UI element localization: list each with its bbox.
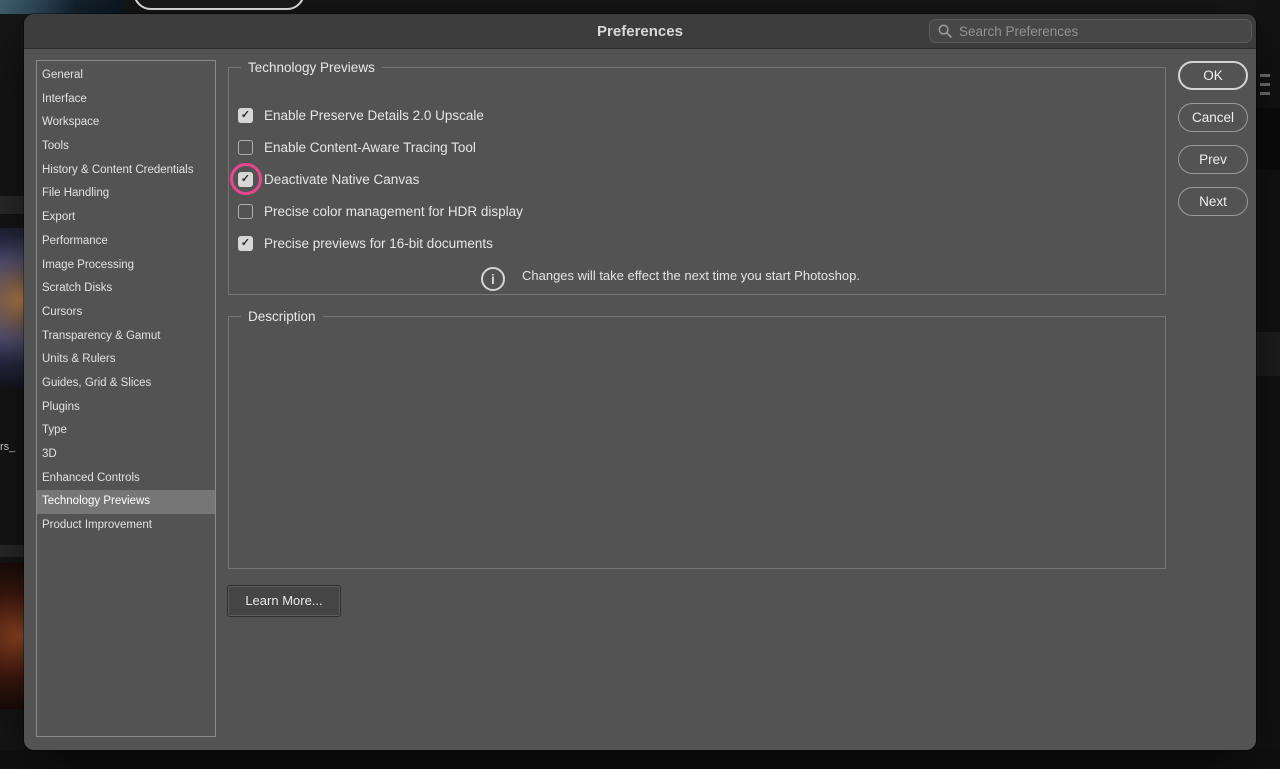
dialog-titlebar: Preferences Search Preferences	[24, 14, 1256, 49]
checkbox-label: Precise previews for 16-bit documents	[264, 236, 493, 251]
preferences-dialog: Preferences Search Preferences GeneralIn…	[24, 14, 1256, 750]
sidebar-item-workspace[interactable]: Workspace	[37, 111, 215, 135]
search-input[interactable]: Search Preferences	[929, 19, 1252, 43]
checkbox-row-precise-previews-for-16-bit-documents: ✓ Precise previews for 16-bit documents	[229, 227, 1165, 259]
checkbox-row-enable-preserve-details-2-0-upscale: ✓ Enable Preserve Details 2.0 Upscale	[229, 99, 1165, 131]
background-panel-band	[0, 196, 24, 214]
checkbox-enable-preserve-details-2-0-upscale[interactable]: ✓	[238, 108, 253, 123]
checkbox-unchecked-icon	[238, 204, 253, 219]
sidebar-item-technology-previews[interactable]: Technology Previews	[37, 490, 215, 514]
description-title: Description	[241, 309, 323, 324]
ok-button[interactable]: OK	[1178, 61, 1248, 90]
sidebar-item-general[interactable]: General	[37, 64, 215, 88]
checkbox-checked-icon: ✓	[238, 172, 253, 187]
background-filename-fragment: rs_	[0, 440, 24, 454]
sidebar-item-file-handling[interactable]: File Handling	[37, 182, 215, 206]
sidebar-item-guides-grid-slices[interactable]: Guides, Grid & Slices	[37, 372, 215, 396]
dialog-action-buttons: OK Cancel Prev Next	[1178, 61, 1248, 216]
checkbox-list: ✓ Enable Preserve Details 2.0 Upscale Enab…	[229, 99, 1165, 259]
checkbox-row-precise-color-management-for-hdr-display: Precise color management for HDR display	[229, 195, 1165, 227]
prev-button[interactable]: Prev	[1178, 145, 1248, 174]
checkbox-label: Deactivate Native Canvas	[264, 172, 419, 187]
checkbox-row-enable-content-aware-tracing-tool: Enable Content-Aware Tracing Tool	[229, 131, 1165, 163]
sidebar-item-history-content-credentials[interactable]: History & Content Credentials	[37, 159, 215, 183]
background-panel-band	[0, 545, 24, 557]
checkbox-label: Enable Content-Aware Tracing Tool	[264, 140, 476, 155]
checkbox-unchecked-icon	[238, 140, 253, 155]
sidebar-item-plugins[interactable]: Plugins	[37, 396, 215, 420]
sidebar-item-interface[interactable]: Interface	[37, 88, 215, 112]
checkbox-precise-previews-for-16-bit-documents[interactable]: ✓	[238, 236, 253, 251]
learn-more-button[interactable]: Learn More...	[228, 586, 340, 616]
background-right-panel-section	[1256, 108, 1280, 170]
background-layer-thumbnail	[0, 563, 24, 709]
restart-info-row: i Changes will take effect the next time…	[481, 267, 860, 291]
checkbox-enable-content-aware-tracing-tool[interactable]	[238, 140, 253, 155]
checkbox-precise-color-management-for-hdr-display[interactable]	[238, 204, 253, 219]
cancel-button[interactable]: Cancel	[1178, 103, 1248, 132]
background-pill-button	[133, 0, 305, 10]
checkbox-label: Precise color management for HDR display	[264, 204, 523, 219]
sidebar-item-performance[interactable]: Performance	[37, 230, 215, 254]
sidebar-item-product-improvement[interactable]: Product Improvement	[37, 514, 215, 538]
background-photo-fragment	[0, 0, 126, 14]
checkbox-checked-icon: ✓	[238, 108, 253, 123]
info-icon: i	[481, 267, 505, 291]
group-title: Technology Previews	[241, 60, 382, 75]
sidebar-item-cursors[interactable]: Cursors	[37, 301, 215, 325]
sidebar-item-3d[interactable]: 3D	[37, 443, 215, 467]
sidebar-list: GeneralInterfaceWorkspaceToolsHistory & …	[37, 64, 215, 538]
background-bottom-strip	[0, 750, 1280, 769]
background-layer-thumbnail	[0, 228, 24, 388]
sidebar-item-type[interactable]: Type	[37, 419, 215, 443]
background-right-panel-section	[1256, 332, 1280, 376]
technology-previews-group: Technology Previews ✓ Enable Preserve Det…	[228, 60, 1166, 295]
preferences-category-list: GeneralInterfaceWorkspaceToolsHistory & …	[36, 60, 216, 737]
sidebar-item-export[interactable]: Export	[37, 206, 215, 230]
checkbox-deactivate-native-canvas[interactable]: ✓	[238, 172, 253, 187]
next-button[interactable]: Next	[1178, 187, 1248, 216]
search-placeholder: Search Preferences	[959, 24, 1078, 39]
checkbox-row-deactivate-native-canvas: ✓ Deactivate Native Canvas	[229, 163, 1165, 195]
hamburger-menu-icon	[1260, 74, 1271, 98]
checkbox-checked-icon: ✓	[238, 236, 253, 251]
search-icon	[938, 24, 952, 38]
sidebar-item-units-rulers[interactable]: Units & Rulers	[37, 348, 215, 372]
sidebar-item-scratch-disks[interactable]: Scratch Disks	[37, 277, 215, 301]
sidebar-item-tools[interactable]: Tools	[37, 135, 215, 159]
restart-info-text: Changes will take effect the next time y…	[522, 268, 860, 283]
sidebar-item-image-processing[interactable]: Image Processing	[37, 254, 215, 278]
sidebar-item-enhanced-controls[interactable]: Enhanced Controls	[37, 467, 215, 491]
sidebar-item-transparency-gamut[interactable]: Transparency & Gamut	[37, 325, 215, 349]
description-group: Description	[228, 309, 1166, 569]
checkbox-label: Enable Preserve Details 2.0 Upscale	[264, 108, 484, 123]
